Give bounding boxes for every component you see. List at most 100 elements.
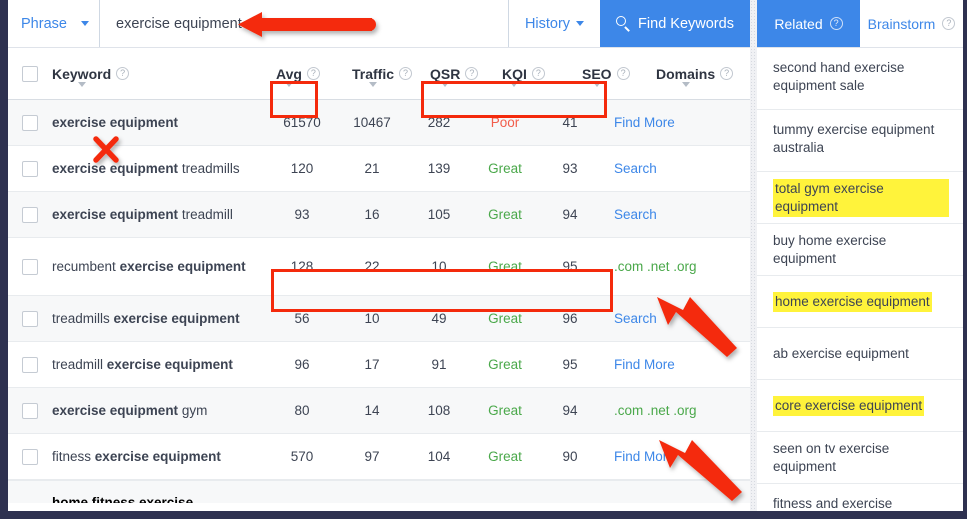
domains-action-link[interactable]: Find More	[614, 115, 675, 130]
history-dropdown[interactable]: History	[508, 0, 600, 47]
row-kqi-value: Great	[488, 357, 522, 372]
row-checkbox-cell	[8, 258, 52, 275]
table-row[interactable]: exercise equipment treadmills 120 21 139 Gre…	[8, 146, 750, 192]
domains-action-link[interactable]: Search	[614, 207, 657, 222]
table-row[interactable]: treadmill exercise equipment 96 17 91 Great 9…	[8, 342, 750, 388]
window-frame-right	[963, 0, 967, 519]
keyword-results-panel: Phrase History Find Keywords	[8, 0, 750, 511]
row-checkbox[interactable]	[22, 114, 38, 131]
header-kqi[interactable]: KQI ?	[492, 66, 572, 87]
domains-action-link[interactable]: Find More	[614, 449, 675, 464]
row-avg-value: 128	[290, 259, 314, 274]
table-row[interactable]: recumbent exercise equipment 128 22 10 Great…	[8, 238, 750, 296]
find-keywords-button[interactable]: Find Keywords	[600, 0, 750, 47]
related-keyword-item[interactable]: core exercise equipment	[757, 380, 963, 432]
tab-brainstorm[interactable]: Brainstorm ?	[860, 0, 963, 47]
row-checkbox[interactable]	[22, 310, 38, 327]
select-all-checkbox[interactable]	[22, 65, 38, 82]
table-row[interactable]: fitness exercise equipment 570 97 104 Great 9…	[8, 434, 750, 480]
row-qsr-value: 91	[431, 357, 447, 372]
row-domains-cell: Find More	[600, 115, 754, 130]
sort-caret-icon[interactable]	[441, 81, 450, 87]
window-frame-bottom	[0, 511, 967, 519]
help-icon[interactable]: ?	[829, 17, 843, 30]
sort-caret-icon[interactable]	[284, 81, 293, 87]
help-icon[interactable]: ?	[616, 67, 630, 80]
related-keyword-text: seen on tv exercise equipment	[773, 440, 890, 474]
table-row[interactable]: treadmills exercise equipment 56 10 49 Great…	[8, 296, 750, 342]
related-keyword-item[interactable]: buy home exercise equipment	[757, 224, 963, 276]
window-frame-left	[0, 0, 8, 519]
available-domains-link[interactable]: .com .net .org	[614, 403, 697, 418]
sort-caret-icon[interactable]	[369, 81, 377, 87]
table-row[interactable]: exercise equipment treadmill 93 16 105 Great…	[8, 192, 750, 238]
header-avg[interactable]: Avg ?	[268, 66, 344, 87]
keyword-modifier: fitness	[52, 449, 92, 464]
help-icon[interactable]: ?	[116, 67, 130, 80]
app-root: Phrase History Find Keywords	[0, 0, 967, 519]
row-traffic-value: 17	[364, 357, 380, 372]
related-keyword-text: fitness and exercise equipment	[773, 496, 893, 511]
row-checkbox[interactable]	[22, 356, 38, 373]
table-row-partial[interactable]: home fitness exercise	[8, 480, 750, 503]
header-traffic[interactable]: Traffic ?	[344, 66, 424, 87]
tab-brainstorm-label: Brainstorm	[867, 15, 936, 32]
row-kqi-value: Great	[488, 403, 522, 418]
search-input[interactable]	[114, 14, 358, 33]
row-checkbox[interactable]	[22, 160, 38, 177]
row-checkbox[interactable]	[22, 448, 38, 465]
row-checkbox[interactable]	[22, 402, 38, 419]
help-icon[interactable]: ?	[531, 67, 545, 80]
row-keyword: home fitness exercise	[52, 495, 194, 503]
keyword-match-term: exercise equipment	[52, 207, 179, 222]
search-input-container	[100, 0, 508, 47]
table-row[interactable]: exercise equipment 61570 10467 282 Poor 41 Fin…	[8, 100, 750, 146]
keyword-modifier: recumbent	[52, 259, 116, 274]
help-icon[interactable]: ?	[399, 67, 413, 80]
sort-caret-icon[interactable]	[77, 81, 86, 87]
help-icon[interactable]: ?	[720, 67, 734, 80]
header-qsr[interactable]: QSR ?	[424, 66, 492, 87]
sort-caret-icon[interactable]	[510, 81, 519, 87]
row-avg-value: 61570	[283, 115, 321, 130]
keyword-modifier: treadmill	[52, 357, 104, 372]
header-seo[interactable]: SEO ?	[572, 65, 642, 87]
related-keyword-item[interactable]: home exercise equipment	[757, 276, 963, 328]
row-traffic-value: 22	[364, 259, 380, 274]
related-keyword-item[interactable]: second hand exercise equipment sale	[757, 48, 963, 110]
header-keyword[interactable]: Keyword ?	[52, 66, 268, 87]
domains-action-link[interactable]: Find More	[614, 357, 675, 372]
row-qsr-value: 139	[427, 161, 451, 176]
tab-related[interactable]: Related ?	[757, 0, 860, 47]
related-keyword-item[interactable]: total gym exercise equipment	[757, 172, 963, 224]
row-seo-value: 95	[562, 259, 578, 274]
header-seo-label: SEO	[582, 65, 612, 82]
phrase-type-dropdown[interactable]: Phrase	[8, 0, 100, 47]
row-seo-value: 96	[562, 311, 578, 326]
domains-action-link[interactable]: Search	[614, 161, 657, 176]
help-icon[interactable]: ?	[465, 67, 479, 80]
row-qsr-value: 104	[427, 449, 451, 464]
domains-action-link[interactable]: Search	[614, 311, 657, 326]
highlighted-keyword-text: total gym exercise equipment	[773, 178, 949, 217]
available-domains-link[interactable]: .com .net .org	[614, 259, 697, 274]
help-icon[interactable]: ?	[306, 67, 320, 80]
row-checkbox[interactable]	[22, 206, 38, 223]
related-keyword-item[interactable]: ab exercise equipment	[757, 328, 963, 380]
panel-divider	[750, 0, 757, 511]
help-icon[interactable]: ?	[942, 17, 956, 30]
row-checkbox[interactable]	[22, 258, 38, 275]
row-kqi-value: Poor	[490, 115, 520, 130]
related-keyword-item[interactable]: tummy exercise equipment australia	[757, 110, 963, 172]
row-qsr-value: 105	[427, 207, 451, 222]
related-keyword-item[interactable]: fitness and exercise equipment	[757, 484, 963, 511]
related-keyword-item[interactable]: seen on tv exercise equipment	[757, 432, 963, 484]
highlighted-keyword-text: home exercise equipment	[773, 291, 932, 312]
sort-caret-icon[interactable]	[592, 81, 601, 87]
row-qsr-value: 49	[431, 311, 447, 326]
sort-caret-icon[interactable]	[681, 81, 690, 87]
header-domains-label: Domains	[656, 65, 716, 82]
row-keyword: treadmills exercise equipment	[52, 311, 268, 326]
row-domains-cell: Search	[600, 207, 754, 222]
table-row[interactable]: exercise equipment gym 80 14 108 Great 94 .com…	[8, 388, 750, 434]
